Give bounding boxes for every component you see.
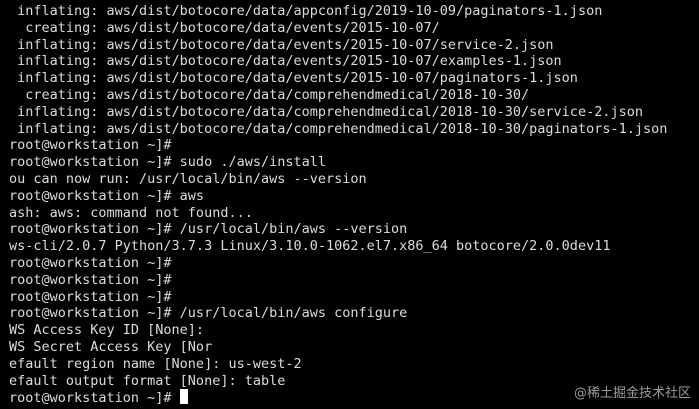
output-line: inflating: aws/dist/botocore/data/compre… <box>9 103 643 120</box>
prompt-line: root@workstation ~]# <box>9 137 172 154</box>
text-cursor <box>179 389 188 405</box>
output-line: inflating: aws/dist/botocore/data/events… <box>9 36 554 53</box>
prompt-line: root@workstation ~]# /usr/local/bin/aws … <box>9 305 408 322</box>
output-line: efault region name [None]: us-west-2 <box>9 355 302 372</box>
output-line: creating: aws/dist/botocore/data/events/… <box>9 19 440 36</box>
output-line: ash: aws: command not found... <box>9 204 253 221</box>
prompt-line: root@workstation ~]# <box>9 254 172 271</box>
output-line: ws-cli/2.0.7 Python/3.7.3 Linux/3.10.0-1… <box>9 238 611 255</box>
watermark-text: @稀土掘金技术社区 <box>573 386 691 401</box>
terminal-window[interactable]: inflating: aws/dist/botocore/data/appcon… <box>0 0 699 409</box>
output-line: inflating: aws/dist/botocore/data/events… <box>9 53 562 70</box>
prompt-line: root@workstation ~]# /usr/local/bin/aws … <box>9 221 408 238</box>
output-line: inflating: aws/dist/botocore/data/compre… <box>9 120 668 137</box>
output-line: WS Secret Access Key [Nor <box>9 338 213 355</box>
output-line: inflating: aws/dist/botocore/data/appcon… <box>9 3 603 19</box>
prompt-line: root@workstation ~]# <box>9 271 172 288</box>
prompt-line: root@workstation ~]# sudo ./aws/install <box>9 154 326 171</box>
prompt-line: root@workstation ~]# <box>9 288 172 305</box>
output-line: inflating: aws/dist/botocore/data/events… <box>9 70 578 87</box>
prompt-text: root@workstation ~]# <box>9 390 180 407</box>
output-line: creating: aws/dist/botocore/data/compreh… <box>9 86 530 103</box>
output-line: ou can now run: /usr/local/bin/aws --ver… <box>9 170 367 187</box>
output-line: WS Access Key ID [None]: <box>9 322 205 339</box>
prompt-line: root@workstation ~]# aws <box>9 187 205 204</box>
